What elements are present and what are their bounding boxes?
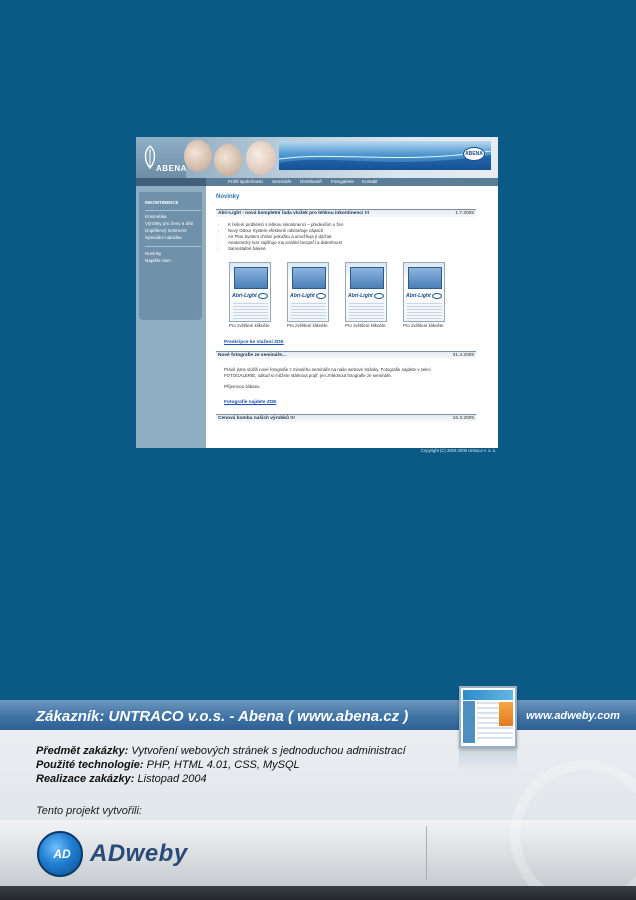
product-thumbnail[interactable]: Abri-Light	[287, 262, 329, 322]
thumbnail-reflection	[459, 750, 517, 772]
news-text: Příjemnou zábavu.	[224, 384, 261, 389]
prescription-download-link[interactable]: Preskripce ke stažení ZDE	[224, 340, 284, 345]
header-photo-elderly-woman	[214, 144, 242, 176]
news-date: 16.3.2005	[452, 416, 474, 421]
site-header: ABENA ABENA	[136, 137, 498, 178]
abena-logo-icon	[432, 293, 442, 299]
page-title: Novinky	[216, 194, 240, 200]
adweby-logo-text: AD	[53, 847, 71, 861]
product-brand: Abri-Light	[348, 293, 373, 299]
date-line: Realizace zakázky: Listopad 2004	[36, 773, 207, 785]
site-footer: Copyright (C) 2004-2005 Untraco v. o. s.	[136, 447, 498, 455]
site-content: Novinky Abri-Light - nová kompletní řada…	[206, 186, 498, 448]
product-thumbnail[interactable]: Abri-Light	[345, 262, 387, 322]
subject-label: Předmět zakázky:	[36, 745, 129, 757]
product-thumbnail[interactable]: Abri-Light	[403, 262, 445, 322]
news-item-header: Abri-Light - nová kompletní řada vložek …	[216, 209, 476, 217]
news-bullet: Air Plus System chrání pokožku a umožňuj…	[218, 234, 332, 239]
date-value: Listopad 2004	[137, 773, 207, 785]
nav-seminare[interactable]: Semináře	[272, 178, 292, 186]
adweby-logo-icon: AD	[37, 831, 83, 877]
nav-fotogalerie[interactable]: Fotogalerie	[331, 178, 354, 186]
news-item-header: Cenová bomba našich výrobků !!! 16.3.200…	[216, 414, 476, 422]
wave-graphic	[279, 151, 491, 170]
news-title[interactable]: Abri-Light - nová kompletní řada vložek …	[218, 211, 369, 216]
sidebar-item-doplnkovy[interactable]: Doplňkový sortiment	[145, 228, 187, 233]
adweby-url-link[interactable]: www.adweby.com	[526, 710, 620, 722]
site-nav: Profil společnosti Semináře Distributoři…	[136, 178, 498, 186]
tech-label: Použité technologie:	[36, 759, 144, 771]
header-photo-elderly-man	[184, 140, 212, 172]
sidebar-item-napiste[interactable]: Napište nám	[145, 258, 171, 263]
site-logo[interactable]: ABENA	[136, 137, 186, 178]
watermark-circle	[510, 760, 636, 900]
nav-distributori[interactable]: Distributoři	[300, 178, 322, 186]
news-text: Právě jsme vložili nové fotografie z min…	[224, 367, 431, 372]
tech-value: PHP, HTML 4.01, CSS, MySQL	[146, 759, 300, 771]
news-title[interactable]: Nové fotografie ze semináře...	[218, 353, 286, 358]
news-text: FOTOGALERIE, odkud si můžete stáhnout po…	[224, 373, 393, 378]
abena-logo-icon	[374, 293, 384, 299]
photos-link[interactable]: Fotografie najdete ZDE	[224, 400, 277, 405]
news-bullet: K řešení problémů s lehkou inkontinencí …	[218, 222, 343, 227]
date-label: Realizace zakázky:	[36, 773, 135, 785]
product-caption[interactable]: Pro zvětšení klikněte	[403, 323, 444, 328]
abena-logo-icon	[258, 293, 268, 299]
sidebar-item-specialni[interactable]: Speciální nabídka	[145, 235, 182, 240]
subject-value: Vytvoření webových stránek s jednoduchou…	[131, 745, 406, 757]
abena-logo-icon	[316, 293, 326, 299]
tech-line: Použité technologie: PHP, HTML 4.01, CSS…	[36, 759, 300, 771]
portfolio-panel: Zákazník: UNTRACO v.o.s. - Abena ( www.a…	[0, 686, 636, 900]
news-bullet: Nový Odour System efektivně odstraňuje z…	[218, 228, 323, 233]
copyright: Copyright (C) 2004-2005 Untraco v. o. s.	[420, 448, 496, 453]
news-item-header: Nové fotografie ze semináře... 31.4.2005	[216, 351, 476, 359]
nav-kontakt[interactable]: Kontakt	[362, 178, 378, 186]
news-bullet: Samostatně balené	[218, 246, 266, 251]
product-caption[interactable]: Pro zvětšení klikněte	[287, 323, 328, 328]
adweby-brand-name: ADweby	[90, 840, 188, 867]
site-logo-text: ABENA	[156, 164, 187, 173]
product-brand: Abri-Light	[406, 293, 431, 299]
product-caption[interactable]: Pro zvětšení klikněte	[345, 323, 386, 328]
product-thumbnail[interactable]: Abri-Light	[229, 262, 271, 322]
sidebar-item-novinky[interactable]: Novinky	[145, 251, 161, 256]
project-thumbnail	[459, 686, 517, 748]
site-sidebar: INKONTINENCE Kosmetika Výrobky pro ženy …	[136, 186, 206, 448]
customer-band: Zákazník: UNTRACO v.o.s. - Abena ( www.a…	[0, 700, 636, 730]
website-screenshot: ABENA ABENA Profil společnosti Semináře …	[136, 137, 498, 448]
news-title[interactable]: Cenová bomba našich výrobků !!!	[218, 416, 295, 421]
customer-title: Zákazník: UNTRACO v.o.s. - Abena ( www.a…	[36, 708, 409, 725]
subject-line: Předmět zakázky: Vytvoření webových strá…	[36, 745, 406, 757]
sidebar-title[interactable]: INKONTINENCE	[145, 200, 178, 205]
news-bullet: Anatomický tvar zajišťuje ma ximální bez…	[218, 240, 342, 245]
news-date: 1.7.2005	[455, 211, 474, 216]
created-by-text: Tento projekt vytvořili:	[36, 805, 142, 817]
sidebar-item-vyrobky[interactable]: Výrobky pro ženy a děti	[145, 221, 193, 226]
product-caption[interactable]: Pro zvětšení klikněte	[229, 323, 270, 328]
product-brand: Abri-Light	[290, 293, 315, 299]
header-photo-baby	[246, 141, 276, 175]
sidebar-item-kosmetika[interactable]: Kosmetika	[145, 214, 166, 219]
news-date: 31.4.2005	[452, 353, 474, 358]
bottom-strip	[0, 886, 636, 900]
nav-profil[interactable]: Profil společnosti	[228, 178, 263, 186]
abena-badge-logo: ABENA	[463, 147, 485, 161]
product-brand: Abri-Light	[232, 293, 257, 299]
header-banner: ABENA	[279, 141, 491, 170]
